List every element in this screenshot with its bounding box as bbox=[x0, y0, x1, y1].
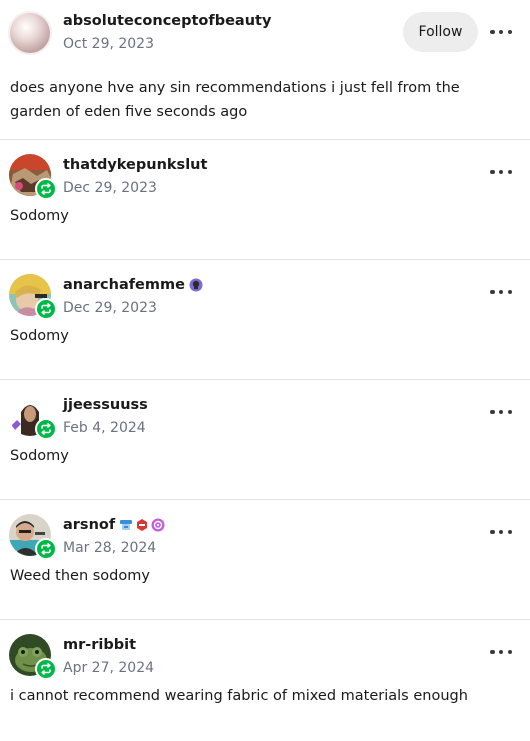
more-options-icon[interactable] bbox=[490, 408, 512, 416]
reblog-icon bbox=[35, 658, 57, 680]
post-date[interactable]: Dec 29, 2023 bbox=[63, 300, 157, 316]
reblog-text: Sodomy bbox=[10, 448, 69, 464]
reblog-item: anarchafemme Dec 29, 2023 Sodomy bbox=[0, 260, 530, 380]
user-badge-icon[interactable] bbox=[135, 518, 149, 532]
more-options-icon[interactable] bbox=[490, 28, 512, 36]
reblog-item: mr-ribbit Apr 27, 2024 i cannot recommen… bbox=[0, 620, 530, 741]
reblog-item: thatdykepunkslut Dec 29, 2023 Sodomy bbox=[0, 140, 530, 260]
username[interactable]: absoluteconceptofbeauty bbox=[63, 13, 271, 29]
user-badges[interactable] bbox=[119, 518, 165, 532]
more-options-icon[interactable] bbox=[490, 648, 512, 656]
reblog-item: arsnof Mar 28, 2024 Weed then sodomy bbox=[0, 500, 530, 620]
username[interactable]: arsnof bbox=[63, 517, 165, 533]
reblog-text: i cannot recommend wearing fabric of mix… bbox=[10, 688, 468, 704]
follow-button[interactable]: Follow bbox=[403, 12, 478, 52]
username-label[interactable]: mr-ribbit bbox=[63, 637, 136, 653]
avatar[interactable] bbox=[8, 11, 52, 55]
post-date[interactable]: Apr 27, 2024 bbox=[63, 660, 154, 676]
username[interactable]: thatdykepunkslut bbox=[63, 157, 207, 173]
reblog-text: Weed then sodomy bbox=[10, 568, 150, 584]
user-badges[interactable] bbox=[189, 278, 203, 292]
reblog-icon bbox=[35, 298, 57, 320]
post-text: does anyone hve any sin recommendations … bbox=[10, 80, 460, 120]
username-label[interactable]: anarchafemme bbox=[63, 277, 185, 293]
post-date[interactable]: Feb 4, 2024 bbox=[63, 420, 146, 436]
username[interactable]: mr-ribbit bbox=[63, 637, 136, 653]
post-date[interactable]: Dec 29, 2023 bbox=[63, 180, 157, 196]
username-label[interactable]: absoluteconceptofbeauty bbox=[63, 13, 271, 29]
reblog-icon bbox=[35, 538, 57, 560]
more-options-icon[interactable] bbox=[490, 168, 512, 176]
more-options-icon[interactable] bbox=[490, 288, 512, 296]
user-badge-icon[interactable] bbox=[189, 278, 203, 292]
post-original: absoluteconceptofbeauty Oct 29, 2023 Fol… bbox=[0, 0, 530, 140]
reblog-icon bbox=[35, 178, 57, 200]
reblog-text: Sodomy bbox=[10, 208, 69, 224]
username-label[interactable]: thatdykepunkslut bbox=[63, 157, 207, 173]
reblog-item: jjeessuuss Feb 4, 2024 Sodomy bbox=[0, 380, 530, 500]
user-badge-icon[interactable] bbox=[119, 518, 133, 532]
post-date[interactable]: Mar 28, 2024 bbox=[63, 540, 156, 556]
username[interactable]: jjeessuuss bbox=[63, 397, 148, 413]
username[interactable]: anarchafemme bbox=[63, 277, 203, 293]
post-date[interactable]: Oct 29, 2023 bbox=[63, 36, 154, 52]
more-options-icon[interactable] bbox=[490, 528, 512, 536]
reblog-icon bbox=[35, 418, 57, 440]
user-badge-icon[interactable] bbox=[151, 518, 165, 532]
username-label[interactable]: arsnof bbox=[63, 517, 115, 533]
username-label[interactable]: jjeessuuss bbox=[63, 397, 148, 413]
reblog-text: Sodomy bbox=[10, 328, 69, 344]
